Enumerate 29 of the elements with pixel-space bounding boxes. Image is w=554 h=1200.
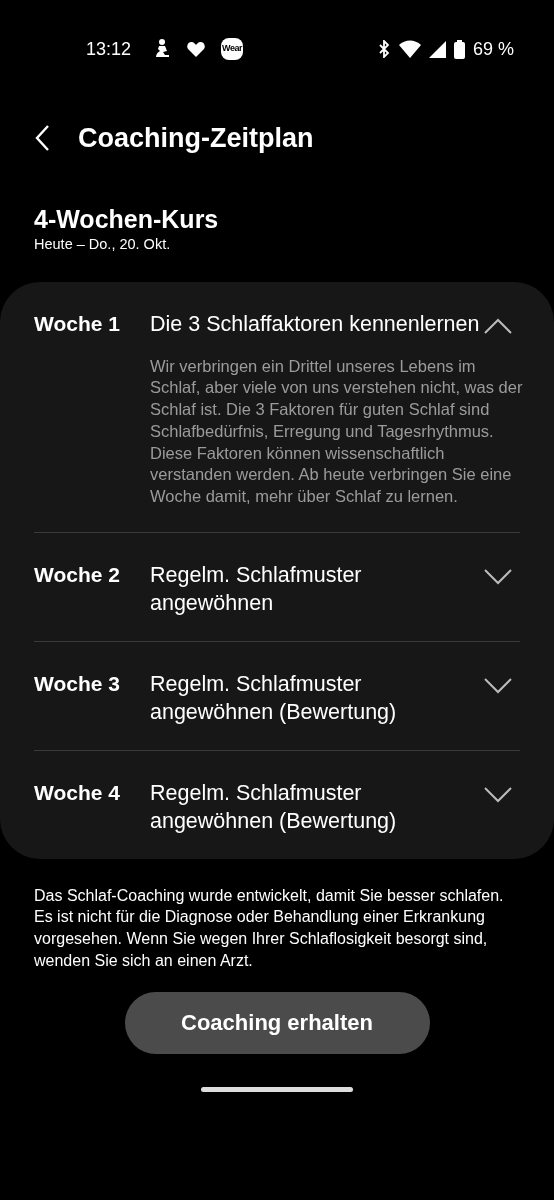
expand-chevron-icon[interactable]	[484, 786, 512, 803]
week-title[interactable]: Regelm. Schlafmuster angewöhnen (Bewertung)	[150, 669, 484, 726]
clock: 13:12	[86, 37, 132, 61]
week-title[interactable]: Die 3 Schlaffaktoren kennenlernen	[150, 309, 484, 338]
page-title: Coaching-Zeitplan	[78, 121, 314, 155]
app-badge: Wear	[221, 38, 244, 60]
week-title[interactable]: Regelm. Schlafmuster angewöhnen	[150, 560, 484, 617]
battery-icon	[453, 39, 465, 59]
battery-percent: 69 %	[472, 37, 514, 61]
collapse-chevron-icon[interactable]	[484, 317, 512, 334]
signal-icon	[428, 40, 446, 58]
week-title[interactable]: Regelm. Schlafmuster angewöhnen (Bewertung)	[150, 778, 484, 835]
figure-icon	[155, 39, 172, 59]
week-label: Woche 3	[34, 670, 121, 697]
expand-chevron-icon[interactable]	[484, 677, 512, 694]
week-description: Wir verbringen ein Drittel unseres Lebens im Schlaf, aber viele von uns verstehen nicht, was der Schlaf ist. Die 3 Faktoren für guten Schlaf sind Schlafbedürfnis, Erregung und Tagesrhythmus. Diese Faktoren können wissenschaftlich verstanden werden. Ab heute verbringen Sie eine Woche damit, mehr über Schlaf zu lernen.	[150, 355, 524, 507]
week-label: Woche 1	[34, 310, 121, 337]
wifi-icon	[398, 40, 421, 58]
coaching-button[interactable]: Coaching erhalten	[124, 991, 430, 1054]
bluetooth-icon	[376, 40, 391, 58]
heart-icon	[187, 41, 206, 57]
week-label: Woche 2	[34, 561, 121, 588]
disclaimer-text: Das Schlaf-Coaching wurde entwickelt, damit Sie besser schlafen. Es ist nicht für die Diagnose oder Behandlung einer Erkrankung vorgesehen. Wenn Sie wegen Ihrer Schlaflosigkeit besorgt sind, wenden Sie sich an einen Arzt.	[33, 885, 505, 972]
expand-chevron-icon[interactable]	[484, 568, 512, 585]
course-dates: Heute – Do., 20. Okt.	[33, 235, 172, 254]
week-label: Woche 4	[34, 779, 121, 806]
course-title: 4-Wochen-Kurs	[33, 204, 220, 234]
home-indicator[interactable]	[201, 1086, 353, 1092]
back-icon[interactable]	[34, 124, 52, 152]
